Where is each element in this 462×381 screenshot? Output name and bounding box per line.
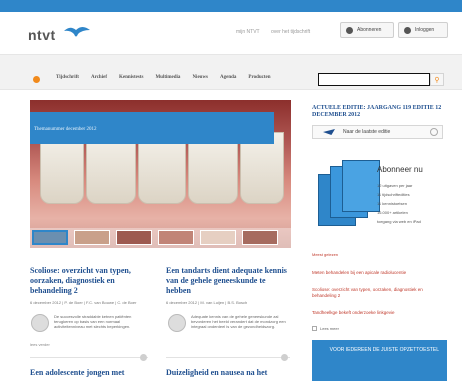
home-icon[interactable] [33, 76, 40, 83]
user-icon [404, 26, 411, 34]
subscription-item: toegang via web en iPad [377, 219, 421, 224]
promo-text: VOOR IEDEREEN DE JUISTE OPZETTOESTEL [329, 347, 439, 353]
article-title-1[interactable]: Scoliose: overzicht van typen, oorzaken,… [30, 266, 148, 296]
user-icon [346, 26, 353, 34]
nav-item-archief[interactable]: Archief [91, 75, 107, 80]
article-bullet-1 [140, 354, 147, 361]
inloggen-button[interactable]: Inloggen [398, 22, 448, 38]
article-meta-1: 6 december 2012 | P. de Boer | F.C. van … [30, 300, 137, 305]
arrow-right-icon [430, 128, 438, 136]
abonneren-button[interactable]: Abonneren [340, 22, 394, 38]
subscription-benefits: 12 uitgaven per jaar 11 tijdschriftediti… [377, 181, 421, 226]
hero-thumb-6[interactable] [242, 230, 278, 245]
sidebar-link-2[interactable]: Scoliose: overzicht van typen, oorzaken,… [312, 287, 447, 299]
hero-thumb-3[interactable] [116, 230, 152, 245]
subscription-item: 12 uitgaven per jaar [377, 183, 413, 188]
most-read-heading: Meest gelezen [312, 252, 339, 257]
search-icon: ⚲ [434, 75, 440, 84]
hero-thumbnails [30, 228, 291, 248]
nav-item-tijdschrift[interactable]: Tijdschrift [56, 75, 79, 80]
top-accent-bar [0, 0, 462, 12]
subscription-item: 11 kennistoetsen [377, 201, 407, 206]
plane-icon [323, 129, 335, 135]
sidebar-link-3[interactable]: Tandheelkge bekeft onderzoeke linkgevie [312, 310, 447, 316]
header-links: mijn NTVT over het tijdschrift [236, 29, 320, 35]
article-divider-2 [166, 357, 290, 358]
search-button[interactable]: ⚲ [430, 73, 444, 86]
link-mijn-ntvt[interactable]: mijn NTVT [236, 29, 260, 35]
sidebar-link-1[interactable]: Meten behandelen bij een apicale radiolu… [312, 270, 447, 276]
article-thumbnail-1[interactable] [31, 314, 49, 332]
link-over-tijdschrift[interactable]: over het tijdschrift [271, 29, 310, 35]
article-text-2: Adequate kennis van de gehele geneeskund… [191, 314, 286, 329]
nav-item-nieuws[interactable]: Nieuws [192, 75, 208, 80]
checkbox-icon [312, 326, 317, 331]
article-text-1: De succesvolle straddable ketnen patiënt… [54, 314, 132, 329]
article-divider-1 [30, 357, 148, 358]
nav-item-producten[interactable]: Producten [248, 75, 270, 80]
subscription-item: 16.000+ artikelen [377, 210, 408, 215]
inloggen-label: Inloggen [415, 27, 435, 33]
nav-item-agenda[interactable]: Agenda [220, 75, 236, 80]
hero-thumb-1[interactable] [32, 230, 68, 245]
subscription-title[interactable]: Abonneer nu [377, 165, 423, 174]
site-logo[interactable]: ntvt [28, 27, 56, 43]
article-thumbnail-2[interactable] [168, 314, 186, 332]
article-title-4[interactable]: Duizeligheid en nausea na het [166, 368, 296, 378]
toggle-label: Lees meer [320, 326, 339, 331]
nav-item-kennistests[interactable]: Kennistests [119, 75, 143, 80]
article-title-3[interactable]: Een adolescente jongen met [30, 368, 160, 378]
hero-caption: Themanummer december 2012 [34, 127, 97, 132]
hero-thumb-5[interactable] [200, 230, 236, 245]
abonneren-label: Abonneren [357, 27, 382, 33]
article-bullet-2 [281, 354, 288, 361]
main-nav: Tijdschrift Archief Kennistests Multimed… [56, 75, 271, 80]
readmore-link-1[interactable]: lees verder [30, 342, 50, 347]
hero-thumb-4[interactable] [158, 230, 194, 245]
latest-edition-button[interactable]: Naar de laatste editie [312, 125, 443, 139]
promo-banner[interactable]: VOOR IEDEREEN DE JUISTE OPZETTOESTEL [312, 340, 447, 381]
hero-image[interactable]: Themanummer december 2012 [30, 100, 291, 248]
subscription-item: 11 tijdschriftedities [377, 192, 410, 197]
nav-item-multimedia[interactable]: Multimedia [155, 75, 180, 80]
search-input[interactable] [318, 73, 430, 86]
read-more-toggle[interactable]: Lees meer [312, 326, 339, 331]
hero-thumb-2[interactable] [74, 230, 110, 245]
bird-logo-icon [64, 27, 90, 37]
latest-edition-label: Naar de laatste editie [343, 129, 391, 135]
article-title-2[interactable]: Een tandarts dient adequate kennis van d… [166, 266, 291, 296]
current-edition-heading: ACTUELE EDITIE: JAARGANG 119 EDITIE 12 D… [312, 105, 442, 118]
magazine-covers[interactable] [316, 160, 380, 230]
article-meta-2: 6 december 2012 | M. van Luijen | B.S. B… [166, 300, 248, 305]
hero-caption-bar: Themanummer december 2012 [30, 112, 274, 144]
